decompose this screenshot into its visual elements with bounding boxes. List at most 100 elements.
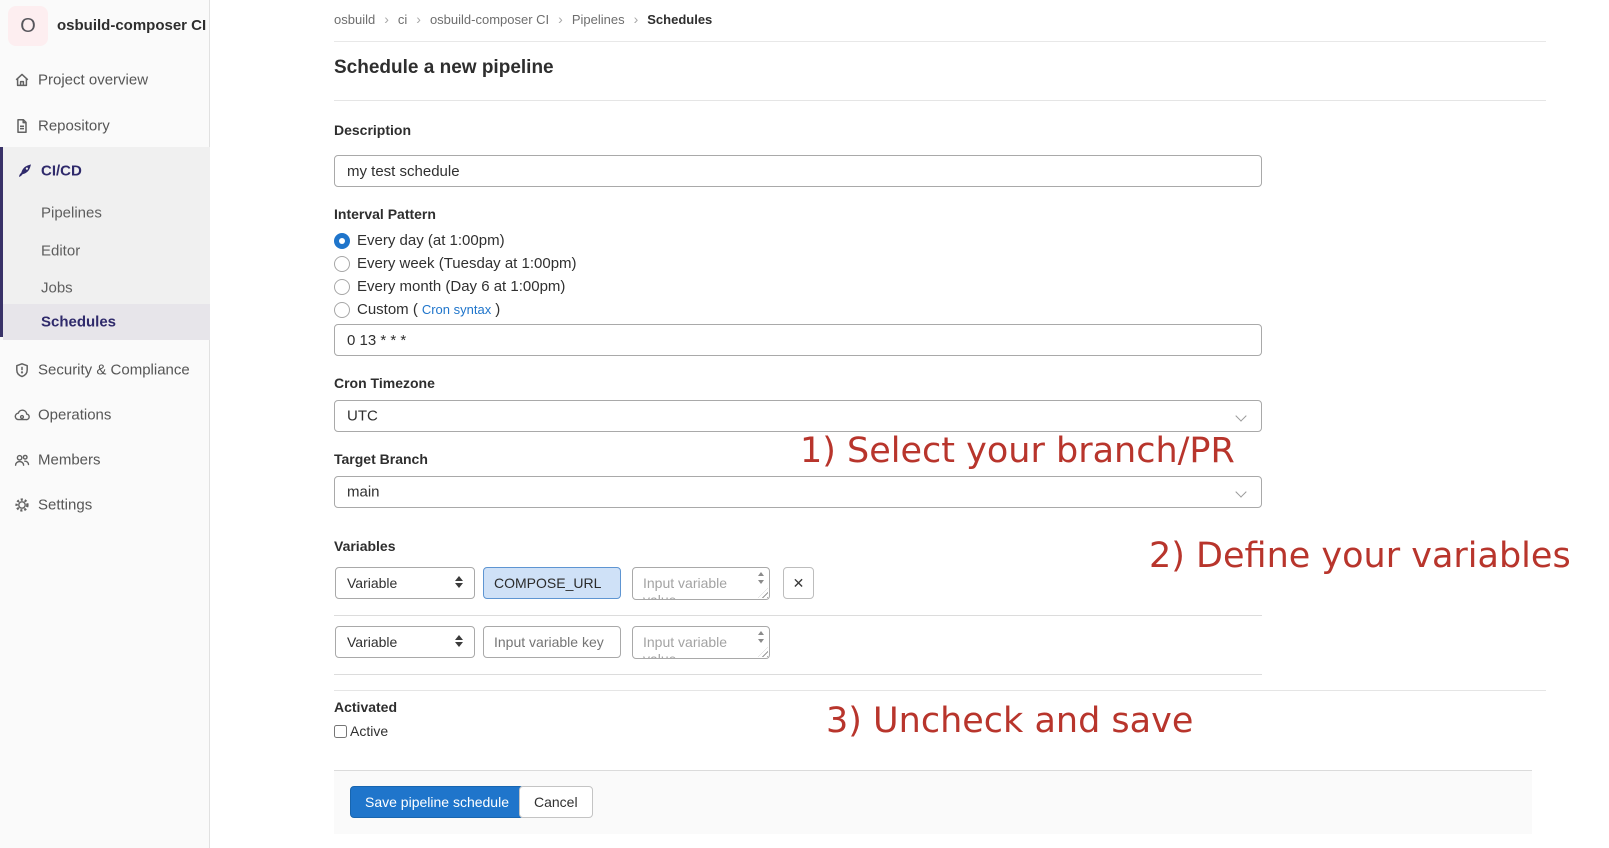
schedule-form: Description Interval Pattern Every day (… (334, 122, 1262, 739)
sidebar-item-label: Operations (38, 407, 111, 424)
sidebar: O osbuild-composer CI Project overview R… (0, 0, 210, 848)
sidebar-subitem-label: Pipelines (41, 205, 102, 222)
radio-every-week[interactable]: Every week (Tuesday at 1:00pm) (334, 252, 1262, 275)
chevron-right-icon: › (634, 11, 639, 27)
breadcrumb-item-project[interactable]: osbuild-composer CI (430, 12, 549, 27)
variable-row: Variable Input variable value (334, 626, 1262, 658)
variable-key-input[interactable] (483, 626, 621, 658)
radio-label-suffix: ) (495, 301, 500, 318)
sidebar-subitem-editor[interactable]: Editor (3, 233, 213, 269)
chevron-down-icon (1235, 486, 1246, 497)
target-branch-value: main (347, 484, 380, 501)
cloud-icon (14, 407, 30, 423)
target-branch-label: Target Branch (334, 451, 1262, 468)
variable-type-value: Variable (347, 575, 397, 591)
cancel-button[interactable]: Cancel (519, 786, 593, 818)
interval-options: Every day (at 1:00pm) Every week (Tuesda… (334, 229, 1262, 321)
radio-custom[interactable]: Custom ( Cron syntax ) (334, 298, 1262, 321)
radio-label: Every day (at 1:00pm) (357, 232, 505, 249)
sidebar-item-label: Security & Compliance (38, 362, 190, 379)
chevron-right-icon: › (558, 11, 563, 27)
sidebar-subitem-label: Jobs (41, 280, 73, 297)
project-name[interactable]: osbuild-composer CI (57, 17, 206, 34)
cron-syntax-link[interactable]: Cron syntax (422, 302, 491, 317)
breadcrumb-item-osbuild[interactable]: osbuild (334, 12, 375, 27)
cron-timezone-value: UTC (347, 408, 378, 425)
sidebar-item-label: CI/CD (41, 163, 82, 180)
radio-icon[interactable] (334, 233, 350, 249)
description-input[interactable] (334, 155, 1262, 187)
sidebar-subitem-label: Editor (41, 243, 80, 260)
variable-key-input[interactable] (483, 567, 621, 599)
variable-row: Variable Input variable value ✕ (334, 567, 1262, 599)
cron-timezone-label: Cron Timezone (334, 375, 1262, 392)
variable-row-divider (334, 674, 1262, 675)
activated-label: Activated (334, 699, 1262, 716)
resize-handle-icon[interactable] (758, 647, 768, 657)
form-footer: Save pipeline schedule Cancel (334, 770, 1532, 834)
sidebar-item-label: Settings (38, 497, 92, 514)
variable-type-select[interactable]: Variable (335, 626, 475, 658)
radio-label: Custom ( (357, 301, 418, 318)
activated-divider (334, 690, 1546, 691)
page-title: Schedule a new pipeline (334, 57, 554, 79)
people-icon (14, 452, 30, 468)
sidebar-item-project-overview[interactable]: Project overview (0, 60, 210, 100)
cron-pattern-input[interactable] (334, 324, 1262, 356)
breadcrumb-divider (334, 41, 1546, 42)
breadcrumb-item-ci[interactable]: ci (398, 12, 407, 27)
active-checkbox[interactable] (334, 725, 347, 738)
breadcrumb: osbuild › ci › osbuild-composer CI › Pip… (334, 11, 712, 27)
sidebar-item-label: Members (38, 452, 101, 469)
updown-arrows-icon (455, 635, 463, 647)
close-icon: ✕ (793, 575, 805, 592)
sidebar-subitem-pipelines[interactable]: Pipelines (3, 195, 213, 231)
target-branch-select[interactable]: main (334, 476, 1262, 508)
breadcrumb-item-schedules: Schedules (647, 12, 712, 27)
radio-icon[interactable] (334, 302, 350, 318)
home-icon (14, 72, 30, 88)
variable-row-divider (334, 615, 1262, 616)
variable-type-select[interactable]: Variable (335, 567, 475, 599)
sidebar-item-label: Repository (38, 118, 110, 135)
variables-label: Variables (334, 538, 1262, 555)
variable-value-textarea[interactable]: Input variable value (632, 567, 770, 600)
sidebar-item-members[interactable]: Members (0, 440, 210, 480)
breadcrumb-item-pipelines[interactable]: Pipelines (572, 12, 625, 27)
radio-every-month[interactable]: Every month (Day 6 at 1:00pm) (334, 275, 1262, 298)
sidebar-item-label: Project overview (38, 72, 148, 89)
sidebar-item-security-compliance[interactable]: Security & Compliance (0, 350, 210, 390)
description-label: Description (334, 122, 1262, 139)
save-pipeline-schedule-button[interactable]: Save pipeline schedule (350, 786, 524, 818)
rocket-icon (17, 163, 33, 179)
radio-icon[interactable] (334, 256, 350, 272)
radio-icon[interactable] (334, 279, 350, 295)
variable-value-placeholder: Input variable value (643, 634, 743, 659)
project-avatar[interactable]: O (8, 6, 48, 46)
textarea-scrollbar[interactable] (755, 629, 767, 643)
variable-type-value: Variable (347, 634, 397, 650)
main-content: osbuild › ci › osbuild-composer CI › Pip… (210, 0, 1609, 848)
gear-icon (14, 497, 30, 513)
resize-handle-icon[interactable] (758, 588, 768, 598)
sidebar-subitem-schedules[interactable]: Schedules (3, 304, 213, 340)
active-checkbox-label: Active (350, 723, 388, 739)
active-checkbox-row: Active (334, 723, 1262, 739)
sidebar-item-cicd[interactable]: CI/CD (3, 151, 213, 191)
variable-value-textarea[interactable]: Input variable value (632, 626, 770, 659)
textarea-scrollbar[interactable] (755, 570, 767, 584)
radio-every-day[interactable]: Every day (at 1:00pm) (334, 229, 1262, 252)
radio-label: Every week (Tuesday at 1:00pm) (357, 255, 577, 272)
sidebar-subitem-jobs[interactable]: Jobs (3, 270, 213, 306)
cron-timezone-select[interactable]: UTC (334, 400, 1262, 432)
sidebar-item-repository[interactable]: Repository (0, 106, 210, 146)
radio-label: Every month (Day 6 at 1:00pm) (357, 278, 565, 295)
sidebar-item-settings[interactable]: Settings (0, 485, 210, 525)
sidebar-item-operations[interactable]: Operations (0, 395, 210, 435)
remove-variable-button[interactable]: ✕ (783, 567, 814, 599)
updown-arrows-icon (455, 576, 463, 588)
interval-pattern-label: Interval Pattern (334, 206, 1262, 223)
chevron-right-icon: › (384, 11, 389, 27)
title-divider (334, 100, 1546, 101)
shield-icon (14, 362, 30, 378)
